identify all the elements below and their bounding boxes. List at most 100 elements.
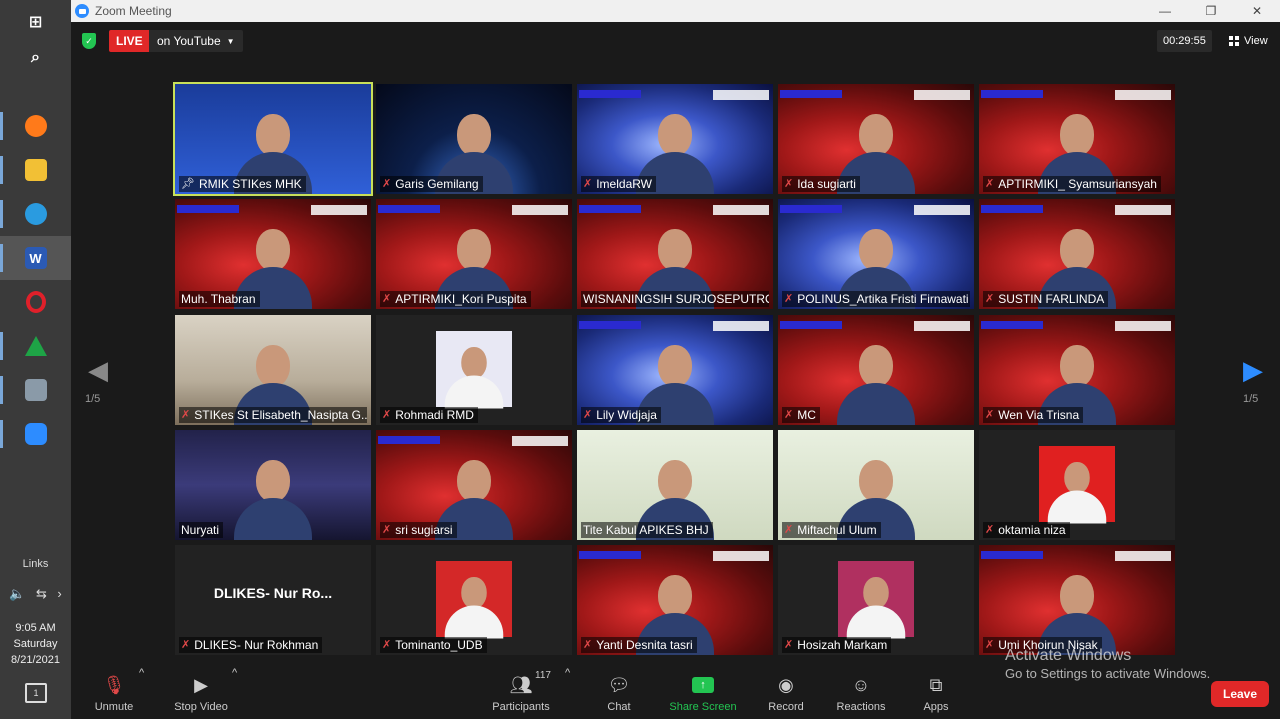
reactions-button[interactable]: ☺︎ Reactions (835, 667, 887, 719)
live-platform: on YouTube (157, 34, 221, 48)
participant-video-tile[interactable]: ✗ Lily Widjaja (577, 315, 773, 425)
participant-video-tile[interactable]: ✗ SUSTIN FARLINDA (979, 199, 1175, 309)
participant-name-label: ✗ ImeldaRW (581, 176, 657, 192)
participant-name: ImeldaRW (596, 177, 653, 191)
taskbar-clock[interactable]: 9:05 AM Saturday 8/21/2021 (0, 620, 71, 668)
participant-name-label: Nuryati (179, 522, 224, 538)
view-label: View (1244, 35, 1268, 47)
clock-day: Saturday (13, 638, 58, 650)
video-options-chevron-up-icon[interactable]: ^ (232, 667, 237, 679)
participant-video-tile[interactable]: ✗ Umi Khoirun Nisak (979, 545, 1175, 655)
window-titlebar: Zoom Meeting — ❐ ✕ (71, 0, 1280, 22)
participant-video-tile[interactable]: ✗ Yanti Desnita tasri (577, 545, 773, 655)
zoom-logo-icon (75, 4, 89, 18)
taskbar-app[interactable] (0, 368, 71, 412)
live-stream-dropdown[interactable]: on YouTube ▼ (149, 30, 243, 52)
participant-video-tile[interactable]: ✗ Hosizah Markam (778, 545, 974, 655)
participant-video-tile[interactable]: ✗ Rohmadi RMD (376, 315, 572, 425)
minimize-button[interactable]: — (1142, 0, 1188, 22)
participant-video-tile[interactable]: ✗ APTIRMIKI_Kori Puspita (376, 199, 572, 309)
close-button[interactable]: ✕ (1234, 0, 1280, 22)
unmute-label: Unmute (94, 701, 134, 713)
participant-name-label: ✗ Lily Widjaja (581, 407, 661, 423)
participant-video-tile[interactable]: ✗ Ida sugiarti (778, 84, 974, 194)
participant-video-tile[interactable]: ✗ Miftachul Ulum (778, 430, 974, 540)
participant-center-name: DLIKES- Nur Ro... (213, 585, 333, 601)
taskbar-opera[interactable] (0, 280, 71, 324)
stop-video-button[interactable]: ▶︎ Stop Video (171, 667, 231, 719)
apps-button[interactable]: ⧉ Apps (921, 667, 951, 719)
system-tray: 🔈 ⇆ › (0, 586, 71, 602)
zoom-icon (24, 423, 47, 445)
participant-name-label: ✗ APTIRMIKI_ Syamsuriansyah (983, 176, 1161, 192)
taskbar-word[interactable]: W (0, 236, 71, 280)
participant-name: Tominanto_UDB (395, 638, 483, 652)
apps-icon: ⧉ (929, 674, 943, 695)
participant-name: Ida sugiarti (797, 177, 856, 191)
participant-video-tile[interactable]: Nuryati (175, 430, 371, 540)
participant-video-tile[interactable]: WISNANINGSIH SURJOSEPUTRO (577, 199, 773, 309)
participant-video-tile[interactable]: ✗ ImeldaRW (577, 84, 773, 194)
security-shield-icon[interactable]: ✓ (82, 33, 96, 49)
mic-muted-icon: 🎙︎ (102, 674, 126, 695)
screen: ⊞ ⌕ W Links 🔈 ⇆ › 9:05 AM Saturday 8/21/… (0, 0, 1280, 719)
participant-name: Muh. Thabran (181, 292, 256, 306)
profile-photo (1039, 446, 1115, 524)
chat-button[interactable]: 💬︎ Chat (604, 667, 634, 719)
next-page-arrow[interactable]: ▶ (1243, 355, 1265, 385)
participant-name-label: ✗ DLIKES- Nur Rokhman (179, 637, 323, 653)
clock-time: 9:05 AM (15, 622, 56, 634)
participant-video-tile[interactable]: ✗ Garis Gemilang (376, 84, 572, 194)
participant-video-tile[interactable]: ✗ APTIRMIKI_ Syamsuriansyah (979, 84, 1175, 194)
share-screen-button[interactable]: ↑ Share Screen (668, 667, 738, 719)
record-button[interactable]: ◉ Record (766, 667, 806, 719)
taskbar-drive[interactable] (0, 324, 71, 368)
virtual-background-banner (979, 319, 1175, 335)
participant-video-tile[interactable]: ✗ POLINUS_Artika Fristi Firnawati (778, 199, 974, 309)
network-icon[interactable]: ⇆ (36, 586, 47, 602)
opera-icon (25, 291, 46, 313)
chevron-right-icon[interactable]: › (57, 586, 61, 602)
participants-options-chevron-up-icon[interactable]: ^ (565, 667, 570, 679)
participant-video-tile[interactable]: Tite Kabul APIKES BHJ (577, 430, 773, 540)
action-center-button[interactable]: 1 (25, 683, 47, 703)
drive-icon (24, 336, 47, 356)
participant-video-tile[interactable]: ✗ oktamia niza (979, 430, 1175, 540)
taskbar-zoom[interactable] (0, 412, 71, 456)
participant-video-tile[interactable]: Muh. Thabran (175, 199, 371, 309)
participant-video-tile[interactable]: ✗ sri sugiarsi (376, 430, 572, 540)
audio-options-chevron-up-icon[interactable]: ^ (139, 667, 144, 679)
participants-button[interactable]: 👥︎ 117 Participants (489, 667, 553, 719)
links-toolbar[interactable]: Links (0, 558, 71, 570)
participant-video-tile[interactable]: ✗ Tominanto_UDB (376, 545, 572, 655)
folder-icon (24, 159, 47, 181)
participant-name: DLIKES- Nur Rokhman (194, 638, 319, 652)
virtual-background-banner (577, 203, 773, 219)
participant-name-label: ✗ Ida sugiarti (782, 176, 860, 192)
participant-video-tile[interactable]: ✗ MC (778, 315, 974, 425)
virtual-background-banner (577, 549, 773, 565)
participant-name: Lily Widjaja (596, 408, 657, 422)
taskbar-firefox[interactable] (0, 104, 71, 148)
taskbar-file-explorer[interactable] (0, 148, 71, 192)
mic-muted-icon: ✗ (784, 293, 794, 305)
prev-page-arrow[interactable]: ◀ (88, 355, 110, 385)
virtual-background-banner (979, 549, 1175, 565)
participant-video-tile[interactable]: DLIKES- Nur Ro... ✗ DLIKES- Nur Rokhman (175, 545, 371, 655)
view-button[interactable]: View (1223, 30, 1274, 52)
participant-video-tile[interactable]: ✗ Wen Via Trisna (979, 315, 1175, 425)
participant-video-tile[interactable]: 📌︎ RMIK STIKes MHK (173, 82, 373, 196)
mic-muted-icon: ✗ (181, 639, 191, 651)
unmute-button[interactable]: 🎙︎ Unmute (91, 667, 137, 719)
search-button[interactable]: ⌕ (0, 36, 71, 80)
leave-button[interactable]: Leave (1211, 681, 1269, 707)
maximize-button[interactable]: ❐ (1188, 0, 1234, 22)
participant-video-tile[interactable]: ✗ STIKes St Elisabeth_Nasipta G... (175, 315, 371, 425)
speaker-icon[interactable]: 🔈 (9, 586, 25, 602)
word-icon: W (24, 247, 47, 269)
participant-name: APTIRMIKI_ Syamsuriansyah (998, 177, 1157, 191)
virtual-background-banner (376, 434, 572, 450)
participant-name-label: ✗ Tominanto_UDB (380, 637, 487, 653)
taskbar-edge[interactable] (0, 192, 71, 236)
virtual-background-banner (577, 88, 773, 104)
